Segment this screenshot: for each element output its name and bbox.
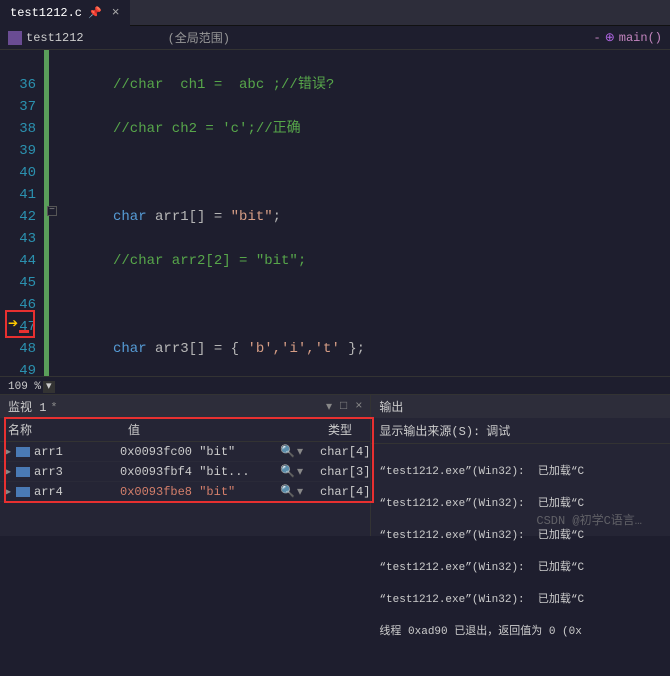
watch-row[interactable]: ▸ arr1 0x0093fc00 "bit" 🔍▾ char[4] xyxy=(0,442,370,462)
var-icon xyxy=(16,447,30,457)
expand-icon[interactable]: ▸ xyxy=(0,484,16,499)
watch-header: 名称 值 类型 xyxy=(0,418,370,442)
output-body[interactable]: “test1212.exe”(Win32): 已加载“C “test1212.e… xyxy=(371,444,670,676)
chevron-down-icon[interactable]: ▾ xyxy=(297,464,303,479)
chevron-down-icon[interactable]: ▾ xyxy=(297,484,303,499)
output-source-label: 显示输出来源(S): xyxy=(379,422,480,439)
search-icon[interactable]: 🔍 xyxy=(280,484,295,499)
function-icon: ⊕ xyxy=(605,30,615,45)
tab-label: test1212.c xyxy=(10,6,82,20)
code-area[interactable]: //char ch1 = abc ;//错误? //char ch2 = 'c'… xyxy=(55,50,670,376)
output-title: 输出 xyxy=(379,398,403,415)
watch-row[interactable]: ▸ arr4 0x0093fbe8 "bit" 🔍▾ char[4] xyxy=(0,482,370,502)
zoom-row: 109 %▾ xyxy=(0,376,670,394)
breadcrumb-file[interactable]: test1212 xyxy=(26,31,84,45)
execution-arrow-icon: ➔ xyxy=(8,316,18,331)
star-icon: * xyxy=(50,401,57,415)
watch-row[interactable]: ▸ arr3 0x0093fbf4 "bit... 🔍▾ char[3] xyxy=(0,462,370,482)
var-icon xyxy=(16,467,30,477)
chevron-down-icon[interactable]: ▾ xyxy=(297,444,303,459)
output-source-value[interactable]: 调试 xyxy=(486,422,510,439)
tab-strip: test1212.c 📌 × xyxy=(0,0,670,26)
panel-title: 监视 1 xyxy=(8,401,46,415)
caret-marker xyxy=(19,330,29,333)
file-icon xyxy=(8,31,22,45)
zoom-dropdown-icon[interactable]: ▾ xyxy=(43,381,55,393)
search-icon[interactable]: 🔍 xyxy=(280,444,295,459)
code-editor[interactable]: ➔ 3637383940414243444546474849 − //char … xyxy=(0,50,670,376)
watermark: CSDN @初学C语言… xyxy=(536,511,642,528)
fold-icon[interactable]: − xyxy=(47,206,57,216)
pin-icon[interactable]: 📌 xyxy=(88,6,102,20)
expand-icon[interactable]: ▸ xyxy=(0,464,16,479)
close-icon[interactable]: × xyxy=(112,5,120,20)
watch-panel: 监视 1 * ▾ □ × 名称 值 类型 ▸ arr1 0x0093fc00 "bit… xyxy=(0,395,371,536)
close-icon[interactable]: × xyxy=(355,399,362,414)
file-tab[interactable]: test1212.c 📌 × xyxy=(0,0,130,26)
dropdown-icon[interactable]: ▾ xyxy=(326,399,332,414)
expand-icon[interactable]: ▸ xyxy=(0,444,16,459)
var-icon xyxy=(16,487,30,497)
zoom-level[interactable]: 109 % xyxy=(8,381,41,393)
breadcrumb-func[interactable]: main() xyxy=(619,31,662,45)
maximize-icon[interactable]: □ xyxy=(340,399,347,414)
scope-selector[interactable]: (全局范围) xyxy=(168,29,230,46)
search-icon[interactable]: 🔍 xyxy=(280,464,295,479)
breadcrumb: test1212 (全局范围) - ⊕ main() xyxy=(0,26,670,50)
